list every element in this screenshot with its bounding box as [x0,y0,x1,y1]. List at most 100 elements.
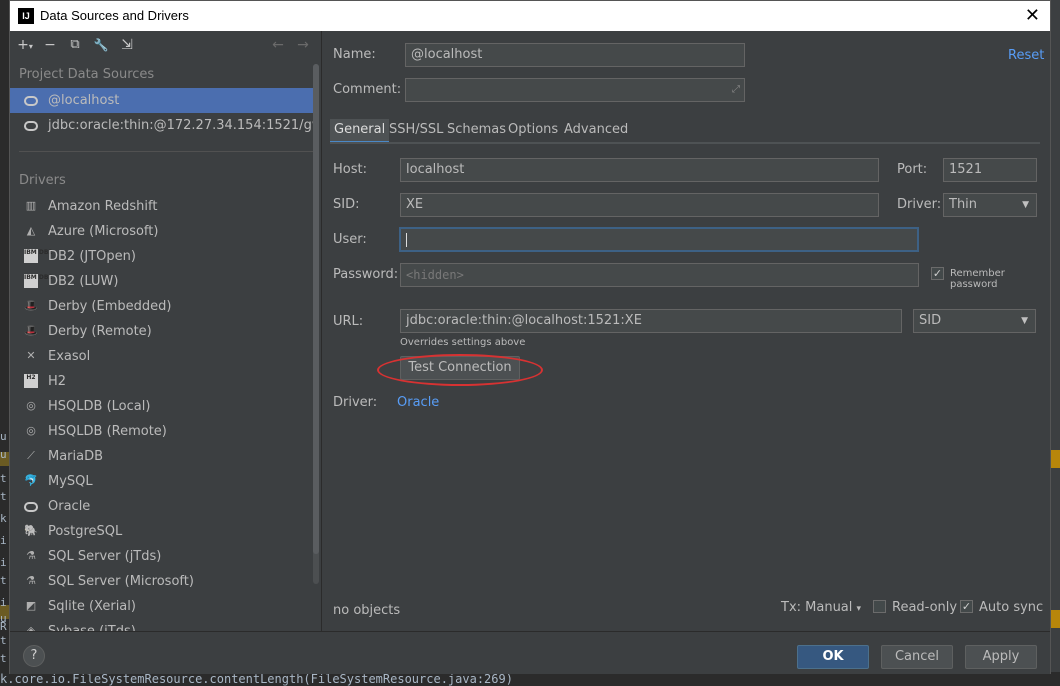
password-input[interactable]: <hidden> [400,263,919,287]
chevron-down-icon: ▾ [856,604,862,614]
tree-scrollbar[interactable] [313,64,319,584]
driver-settings-icon[interactable]: 🔧 [92,36,110,54]
driver-item[interactable]: 🎩 Derby (Embedded) [10,294,315,319]
driver-label: Amazon Redshift [48,199,158,214]
ok-button[interactable]: OK [797,645,869,669]
port-input[interactable]: 1521 [943,158,1037,182]
tab-advanced[interactable]: Advanced [560,119,632,141]
driver-item[interactable]: ▥ Amazon Redshift [10,194,315,219]
url-type-select[interactable]: SID [913,309,1036,333]
auto-sync-label: Auto sync [979,600,1044,615]
background-code-char: i [0,556,7,569]
sybase-icon: ◈ [26,624,36,631]
test-connection-button[interactable]: Test Connection [400,356,520,380]
remove-icon[interactable]: − [41,36,59,54]
background-code-char: i [0,534,7,547]
driver-item[interactable]: ⟋ MariaDB [10,444,315,469]
background-code-char: u [0,430,7,443]
dialog-button-bar: ? OK Cancel Apply [10,631,1050,674]
oracle-icon [24,121,38,131]
project-data-sources-heading: Project Data Sources [19,67,155,82]
user-input[interactable] [399,227,919,252]
driver-type-select[interactable]: Thin [943,193,1037,217]
section-divider [19,151,314,152]
driver-label: SQL Server (jTds) [48,549,162,564]
driver-label: MySQL [48,474,93,489]
driver-item[interactable]: H2 H2 [10,369,315,394]
driver-item[interactable]: ◈ Sybase (jTds) [10,619,315,631]
import-icon[interactable]: ⇲ [118,36,136,54]
tab-schemas[interactable]: Schemas [443,119,510,141]
background-editor-right [1050,0,1060,686]
auto-sync-checkbox[interactable]: ✓ [960,600,973,613]
driver-item[interactable]: Oracle [10,494,315,519]
url-label: URL: [333,314,364,329]
title-bar: IJ Data Sources and Drivers ✕ [10,1,1050,31]
driver-item[interactable]: 🐘 PostgreSQL [10,519,315,544]
tab-options[interactable]: Options [504,119,562,141]
forward-arrow-icon[interactable]: → [294,36,312,54]
overrides-note: Overrides settings above [400,337,526,348]
background-code-char: t [0,472,7,485]
reset-link[interactable]: Reset [1008,48,1044,63]
driver-item[interactable]: ◩ Sqlite (Xerial) [10,594,315,619]
read-only-checkbox[interactable] [873,600,886,613]
driver-item[interactable]: 🎩 Derby (Remote) [10,319,315,344]
expand-icon[interactable]: ⤢ [732,79,740,101]
host-label: Host: [333,162,367,177]
driver-type-label: Driver: [897,197,942,212]
background-code-char: t [0,652,7,665]
duplicate-icon[interactable]: ⧉ [66,36,84,54]
driver-label: PostgreSQL [48,524,123,539]
remember-password-label: Remember password [950,268,1005,290]
project-data-source-item[interactable]: @localhost [10,88,315,113]
url-input[interactable]: jdbc:oracle:thin:@localhost:1521:XE [400,309,902,333]
scrollbar-thumb[interactable] [313,64,319,554]
derby-icon: 🎩 [24,324,38,337]
add-icon[interactable]: +▾ [16,36,34,54]
sqlserver-icon: ⚗ [26,549,36,562]
back-arrow-icon[interactable]: ← [269,36,287,54]
driver-label: H2 [48,374,67,389]
tab-general[interactable]: General [330,119,390,143]
driver-label: Azure (Microsoft) [48,224,159,239]
text-cursor [406,232,407,247]
driver-item[interactable]: IBM DB2 DB2 (JTOpen) [10,244,315,269]
db2-icon: IBM DB2 [24,274,53,288]
data-sources-tree-panel: +▾ − ⧉ 🔧 ⇲ ← → Project Data Sources @loc… [10,31,322,631]
postgresql-icon: 🐘 [24,524,38,537]
oracle-icon [24,502,38,512]
driver-item[interactable]: ⚗ SQL Server (Microsoft) [10,569,315,594]
host-input[interactable]: localhost [400,158,879,182]
driver-label: Sybase (jTds) [48,619,136,631]
driver-label: MariaDB [48,449,104,464]
driver-item[interactable]: ◎ HSQLDB (Remote) [10,419,315,444]
tab-sshssl[interactable]: SSH/SSL [385,119,447,141]
comment-input[interactable]: ⤢ [405,78,745,102]
driver-label: Derby (Embedded) [48,299,172,314]
driver-item[interactable]: ◭ Azure (Microsoft) [10,219,315,244]
window-title: Data Sources and Drivers [40,8,189,23]
driver-item[interactable]: 🐬 MySQL [10,469,315,494]
cancel-button[interactable]: Cancel [881,645,953,669]
driver-item[interactable]: IBM DB2 DB2 (LUW) [10,269,315,294]
apply-button[interactable]: Apply [965,645,1037,669]
close-icon[interactable]: ✕ [1025,5,1040,26]
name-input[interactable]: @localhost [405,43,745,67]
help-button[interactable]: ? [23,645,45,667]
background-code-char: u [0,448,7,461]
sid-input[interactable]: XE [400,193,879,217]
remember-password-checkbox[interactable]: ✓ [931,267,944,280]
project-data-source-item[interactable]: jdbc:oracle:thin:@172.27.34.154:1521/gwz… [10,113,315,138]
background-stacktrace-line: k.core.io.FileSystemResource.contentLeng… [0,672,1060,686]
oracle-icon [24,96,38,106]
driver-item[interactable]: ◎ HSQLDB (Local) [10,394,315,419]
oracle-driver-link[interactable]: Oracle [397,395,439,410]
tx-mode-dropdown[interactable]: Tx: Manual ▾ [781,600,861,615]
driver-item[interactable]: ✕ Exasol [10,344,315,369]
driver-item[interactable]: ⚗ SQL Server (jTds) [10,544,315,569]
driver-label: HSQLDB (Remote) [48,424,167,439]
background-code-char: t [0,574,7,587]
h2-icon: H2 [24,374,38,388]
sid-label: SID: [333,197,360,212]
